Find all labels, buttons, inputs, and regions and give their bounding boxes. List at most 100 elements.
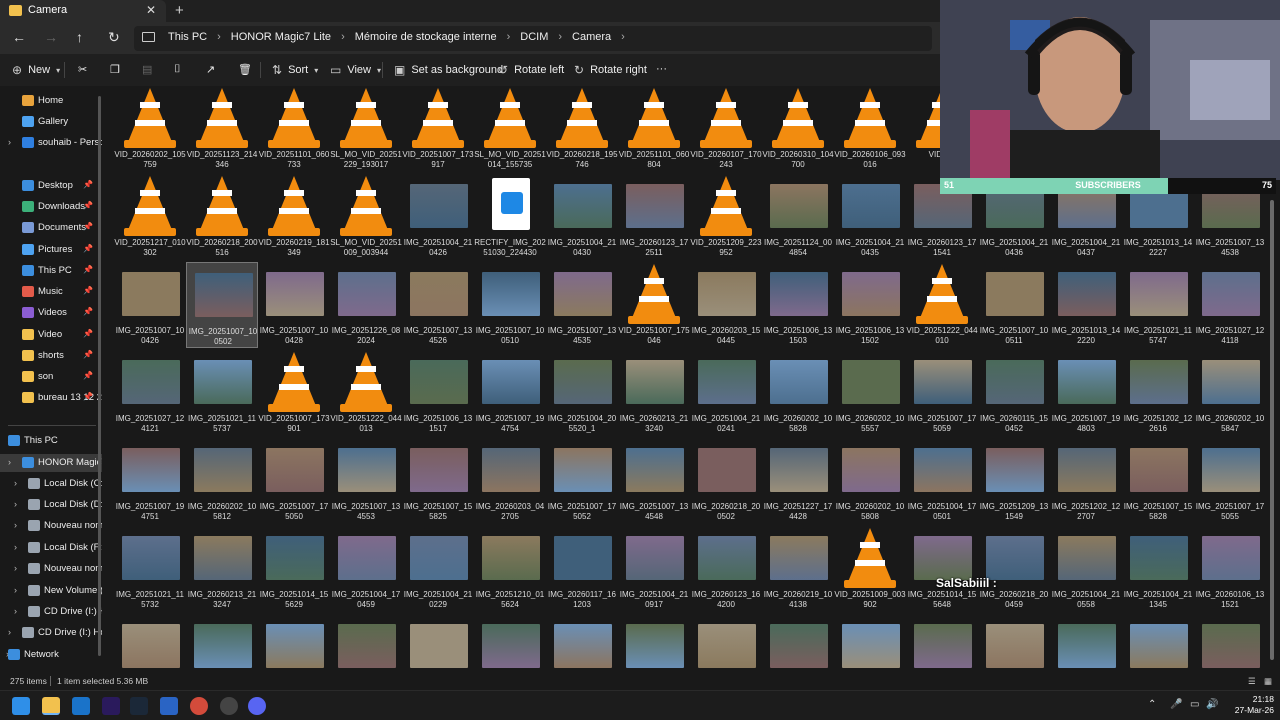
- file-item[interactable]: VID_20251007_173901: [258, 350, 330, 436]
- file-item[interactable]: IMG_20251007_155828: [1122, 438, 1194, 524]
- file-item[interactable]: [474, 614, 546, 674]
- file-item[interactable]: IMG_20260123_172511: [618, 174, 690, 260]
- file-item[interactable]: IMG_20251007_100502: [186, 262, 258, 348]
- file-item[interactable]: IMG_20251209_131549: [978, 438, 1050, 524]
- file-item[interactable]: IMG_20251007_134535: [546, 262, 618, 348]
- file-item[interactable]: [114, 614, 186, 674]
- file-item[interactable]: IMG_20260203_150445: [690, 262, 762, 348]
- file-item[interactable]: IMG_20260202_105557: [834, 350, 906, 436]
- file-item[interactable]: IMG_20251007_175059: [906, 350, 978, 436]
- chevron-right-icon[interactable]: ›: [14, 499, 17, 509]
- file-item[interactable]: IMG_20251004_210241: [690, 350, 762, 436]
- file-item[interactable]: VID_20251009_003902: [834, 526, 906, 612]
- file-item[interactable]: VID_20251007_175046: [618, 262, 690, 348]
- file-item[interactable]: VID_20251101_060804: [618, 86, 690, 172]
- file-item[interactable]: VID_20260219_181349: [258, 174, 330, 260]
- file-item[interactable]: IMG_20260218_200502: [690, 438, 762, 524]
- sidebar-item[interactable]: This PC 📌: [0, 262, 102, 280]
- chevron-right-icon[interactable]: ›: [217, 31, 221, 43]
- file-item[interactable]: [186, 614, 258, 674]
- file-item[interactable]: VID_20251217_010302: [114, 174, 186, 260]
- file-item[interactable]: IMG_20251014_155648: [906, 526, 978, 612]
- sidebar-item[interactable]: ⌄This PC: [0, 432, 102, 450]
- chevron-right-icon[interactable]: ›: [8, 627, 11, 637]
- rotate-right-button[interactable]: ↻ Rotate right: [574, 63, 647, 77]
- file-item[interactable]: [1050, 614, 1122, 674]
- file-item[interactable]: IMG_20251226_082024: [330, 262, 402, 348]
- address-bar[interactable]: This PC › HONOR Magic7 Lite › Mémoire de sto…: [134, 26, 932, 51]
- sidebar-item[interactable]: Desktop 📌: [0, 177, 102, 195]
- file-item[interactable]: IMG_20251007_194803: [1050, 350, 1122, 436]
- sidebar-item[interactable]: › Nouveau nom: [0, 517, 102, 535]
- file-item[interactable]: IMG_20260115_150452: [978, 350, 1050, 436]
- file-item[interactable]: VID_20251101_060733: [258, 86, 330, 172]
- chrome-icon[interactable]: [190, 697, 208, 715]
- back-arrow-icon[interactable]: ←: [12, 29, 26, 45]
- file-item[interactable]: IMG_20260203_042705: [474, 438, 546, 524]
- file-item[interactable]: IMG_20251004_210229: [402, 526, 474, 612]
- file-item[interactable]: [330, 614, 402, 674]
- file-item[interactable]: VID_20260202_105759: [114, 86, 186, 172]
- file-item[interactable]: IMG_20251210_015624: [474, 526, 546, 612]
- file-item[interactable]: IMG_20251013_142220: [1050, 262, 1122, 348]
- cut-icon[interactable]: ✂: [78, 63, 87, 76]
- tiles-view-icon[interactable]: ▦: [1264, 676, 1272, 687]
- sidebar-item[interactable]: Downloads 📌: [0, 198, 102, 216]
- file-item[interactable]: IMG_20251027_124121: [114, 350, 186, 436]
- file-item[interactable]: IMG_20251007_100510: [474, 262, 546, 348]
- file-item[interactable]: IMG_20260218_200459: [978, 526, 1050, 612]
- file-item[interactable]: IMG_20251124_004854: [762, 174, 834, 260]
- file-item[interactable]: IMG_20251004_210426: [402, 174, 474, 260]
- file-item[interactable]: IMG_20251007_175050: [258, 438, 330, 524]
- file-item[interactable]: VID_20251209_223952: [690, 174, 762, 260]
- up-arrow-icon[interactable]: ↑: [76, 29, 83, 45]
- file-item[interactable]: IMG_20251202_122616: [1122, 350, 1194, 436]
- file-item[interactable]: RECTIFY_IMG_20251030_224430: [474, 174, 546, 260]
- sidebar-item[interactable]: Home: [0, 92, 102, 110]
- file-item[interactable]: IMG_20251007_134548: [618, 438, 690, 524]
- file-item[interactable]: VID_20251222_044013: [330, 350, 402, 436]
- file-item[interactable]: IMG_20260117_161203: [546, 526, 618, 612]
- file-item[interactable]: [834, 614, 906, 674]
- sidebar-item[interactable]: › CD Drive (I:) H: [0, 603, 102, 621]
- file-item[interactable]: [690, 614, 762, 674]
- file-item[interactable]: IMG_20251004_210917: [618, 526, 690, 612]
- sidebar-scrollbar[interactable]: [98, 96, 101, 656]
- file-item[interactable]: IMG_20251004_170501: [906, 438, 978, 524]
- more-options-button[interactable]: ···: [656, 63, 667, 75]
- sidebar-item[interactable]: › Local Disk (C:): [0, 475, 102, 493]
- file-item[interactable]: IMG_20251021_115747: [1122, 262, 1194, 348]
- copy-icon[interactable]: ❐: [110, 63, 120, 76]
- sort-button[interactable]: ⇅ Sort ▾: [272, 63, 318, 77]
- file-item[interactable]: VID_20260218_200516: [186, 174, 258, 260]
- chevron-right-icon[interactable]: ›: [14, 520, 17, 530]
- file-item[interactable]: [906, 614, 978, 674]
- chevron-right-icon[interactable]: ›: [558, 31, 562, 43]
- file-item[interactable]: [258, 614, 330, 674]
- sidebar-item[interactable]: shorts 📌: [0, 347, 102, 365]
- file-item[interactable]: IMG_20260213_213240: [618, 350, 690, 436]
- file-item[interactable]: IMG_20251004_205520_1: [546, 350, 618, 436]
- file-item[interactable]: VID_20260107_170243: [690, 86, 762, 172]
- file-item[interactable]: IMG_20251004_210435: [834, 174, 906, 260]
- file-item[interactable]: IMG_20251021_115732: [114, 526, 186, 612]
- file-item[interactable]: IMG_20251007_100426: [114, 262, 186, 348]
- file-item[interactable]: IMG_20251027_124118: [1194, 262, 1266, 348]
- view-button[interactable]: ▭ View ▾: [330, 63, 381, 77]
- file-item[interactable]: IMG_20251014_155629: [258, 526, 330, 612]
- refresh-icon[interactable]: ↻: [108, 29, 120, 46]
- new-button[interactable]: ⊕ New ▾: [12, 63, 60, 77]
- sidebar-item[interactable]: › Nouveau nom: [0, 560, 102, 578]
- steam-icon[interactable]: [130, 697, 148, 715]
- chevron-right-icon[interactable]: ›: [14, 542, 17, 552]
- file-item[interactable]: SL_MO_VID_20251014_155735: [474, 86, 546, 172]
- breadcrumb-item[interactable]: HONOR Magic7 Lite: [231, 31, 331, 43]
- file-item[interactable]: [546, 614, 618, 674]
- file-item[interactable]: IMG_20260202_105808: [834, 438, 906, 524]
- chevron-right-icon[interactable]: ›: [621, 31, 625, 43]
- system-clock[interactable]: 21:18 27-Mar-26: [1222, 694, 1274, 716]
- breadcrumb-item[interactable]: DCIM: [520, 31, 548, 43]
- file-item[interactable]: IMG_20251007_100428: [258, 262, 330, 348]
- file-item[interactable]: IMG_20251004_210558: [1050, 526, 1122, 612]
- file-item[interactable]: SL_MO_VID_20251009_003944: [330, 174, 402, 260]
